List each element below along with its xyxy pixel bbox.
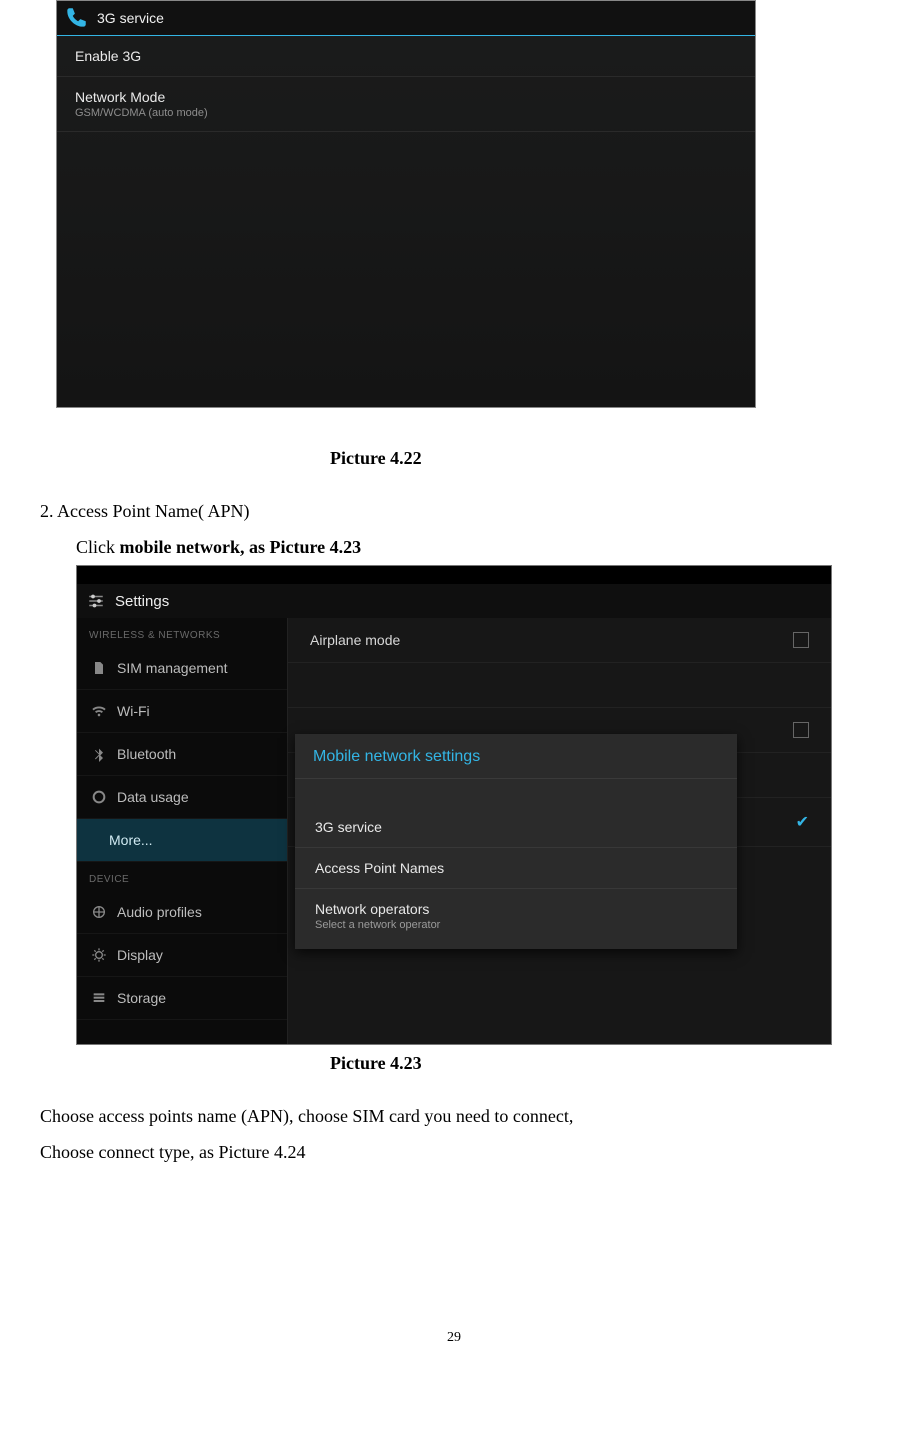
- dialog-mobile-network-settings: Mobile network settings 3G service Acces…: [295, 734, 737, 949]
- status-bar: [77, 566, 831, 584]
- sidebar-item-label: Wi-Fi: [117, 703, 150, 719]
- list-item-2-text: 2. Access Point Name( APN): [40, 501, 249, 521]
- sidebar-item-display[interactable]: Display: [77, 934, 287, 977]
- dialog-item-3g-service[interactable]: 3G service: [295, 807, 737, 848]
- phone-icon: [63, 5, 89, 31]
- screenshot-settings: Settings WIRELESS & NETWORKS SIM managem…: [76, 565, 832, 1045]
- dialog-item-label: Network operators: [315, 901, 717, 917]
- data-usage-icon: [91, 789, 107, 805]
- settings-sliders-icon: [87, 592, 105, 610]
- caption-picture-4-22: Picture 4.22: [330, 448, 868, 469]
- click-prefix: Click: [76, 537, 120, 557]
- settings-sidebar: WIRELESS & NETWORKS SIM management Wi-Fi: [77, 618, 288, 1044]
- row-enable-3g[interactable]: Enable 3G: [57, 36, 755, 77]
- sidebar-item-wifi[interactable]: Wi-Fi: [77, 690, 287, 733]
- dialog-title: Mobile network settings: [295, 734, 737, 779]
- screenshot1-header: 3G service: [57, 1, 755, 36]
- dialog-item-sublabel: Select a network operator: [315, 919, 717, 931]
- sidebar-item-audio[interactable]: Audio profiles: [77, 891, 287, 934]
- row-sublabel: GSM/WCDMA (auto mode): [75, 107, 737, 119]
- row-label: Airplane mode: [310, 632, 400, 648]
- content-row-blank1: [288, 663, 831, 708]
- checkbox-unchecked-icon[interactable]: [793, 632, 809, 648]
- sidebar-item-sim[interactable]: SIM management: [77, 647, 287, 690]
- sidebar-item-label: Audio profiles: [117, 904, 202, 920]
- page-number: 29: [40, 1330, 868, 1346]
- dialog-item-apn[interactable]: Access Point Names: [295, 848, 737, 889]
- wifi-icon: [91, 703, 107, 719]
- sim-icon: [91, 660, 107, 676]
- list-item-2: 2. Access Point Name( APN): [40, 493, 868, 529]
- paragraph-choose-apn: Choose access points name (APN), choose …: [40, 1098, 868, 1134]
- sidebar-item-data-usage[interactable]: Data usage: [77, 776, 287, 819]
- dialog-item-label: Access Point Names: [315, 860, 717, 876]
- settings-title: Settings: [115, 593, 169, 610]
- row-label: Enable 3G: [75, 48, 737, 64]
- sidebar-item-label: SIM management: [117, 660, 228, 676]
- caption-picture-4-23: Picture 4.23: [330, 1053, 868, 1074]
- sidebar-item-storage[interactable]: Storage: [77, 977, 287, 1020]
- audio-profiles-icon: [91, 904, 107, 920]
- display-icon: [91, 947, 107, 963]
- row-network-mode[interactable]: Network Mode GSM/WCDMA (auto mode): [57, 77, 755, 132]
- sidebar-item-more[interactable]: More...: [77, 819, 287, 862]
- sidebar-item-label: Data usage: [117, 789, 189, 805]
- dialog-item-network-operators[interactable]: Network operators Select a network opera…: [295, 889, 737, 949]
- section-device: DEVICE: [77, 862, 287, 891]
- sidebar-item-bluetooth[interactable]: Bluetooth: [77, 733, 287, 776]
- paragraph-choose-connect-type: Choose connect type, as Picture 4.24: [40, 1134, 868, 1170]
- section-wireless: WIRELESS & NETWORKS: [77, 618, 287, 647]
- row-label: Network Mode: [75, 89, 737, 105]
- sidebar-item-label: More...: [109, 832, 153, 848]
- checkbox-unchecked-icon[interactable]: [793, 722, 809, 738]
- click-bold: mobile network, as Picture 4.23: [120, 537, 362, 557]
- screenshot1-title: 3G service: [97, 10, 164, 26]
- dialog-item-label: 3G service: [315, 819, 717, 835]
- checkmark-icon: ✔: [796, 812, 809, 832]
- settings-header: Settings: [77, 584, 831, 619]
- sidebar-item-label: Display: [117, 947, 163, 963]
- sidebar-item-label: Storage: [117, 990, 166, 1006]
- sidebar-item-label: Bluetooth: [117, 746, 176, 762]
- storage-icon: [91, 990, 107, 1006]
- row-airplane-mode[interactable]: Airplane mode: [288, 618, 831, 663]
- bluetooth-icon: [91, 746, 107, 762]
- click-line: Click mobile network, as Picture 4.23: [76, 529, 868, 565]
- screenshot-3g-service: 3G service Enable 3G Network Mode GSM/WC…: [56, 0, 756, 408]
